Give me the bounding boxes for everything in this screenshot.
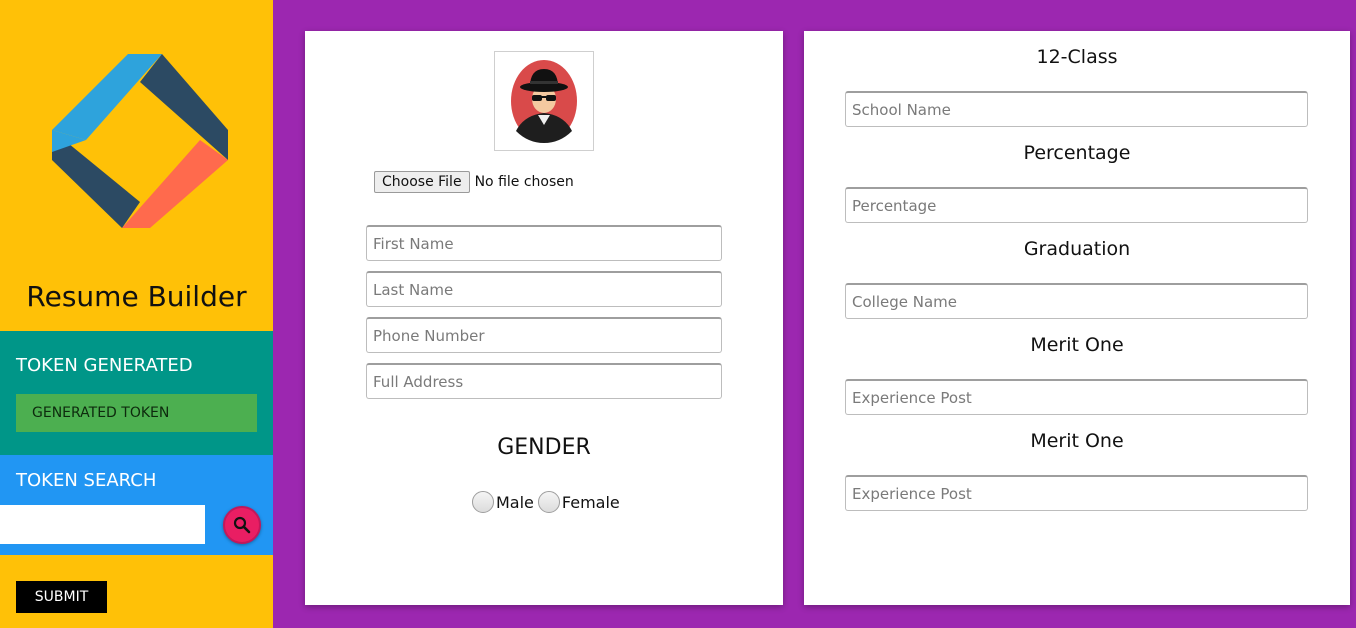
app-title: Resume Builder	[26, 280, 247, 313]
full-address-input[interactable]	[366, 363, 722, 399]
gender-title: GENDER	[497, 435, 591, 460]
submit-button[interactable]: SUBMIT	[16, 581, 107, 613]
file-upload-row: Choose File No file chosen	[374, 171, 574, 193]
avatar-frame[interactable]	[494, 51, 594, 151]
personal-info-card: Choose File No file chosen GENDER Male F…	[305, 31, 783, 605]
gender-male-radio[interactable]	[472, 491, 494, 513]
experience-post-input-1[interactable]	[845, 379, 1308, 415]
file-status: No file chosen	[474, 174, 574, 190]
generated-token-value: GENERATED TOKEN	[16, 394, 257, 432]
choose-file-button[interactable]: Choose File	[374, 171, 470, 193]
search-button[interactable]	[223, 506, 261, 544]
experience-post-input-2[interactable]	[845, 475, 1308, 511]
last-name-input[interactable]	[366, 271, 722, 307]
graduation-label: Graduation	[1023, 238, 1131, 260]
merit-two-label: Merit One	[1030, 430, 1124, 452]
school-name-input[interactable]	[845, 91, 1308, 127]
token-generated-title: TOKEN GENERATED	[16, 355, 193, 376]
class12-label: 12-Class	[1036, 46, 1118, 68]
percentage-input[interactable]	[845, 187, 1308, 223]
token-search-panel: TOKEN SEARCH	[0, 455, 273, 555]
avatar-spy-icon	[511, 60, 577, 143]
gender-male-label: Male	[496, 492, 534, 512]
first-name-input[interactable]	[366, 225, 722, 261]
merit-one-label: Merit One	[1030, 334, 1124, 356]
sidebar: Resume Builder TOKEN GENERATED GENERATED…	[0, 0, 273, 628]
college-name-input[interactable]	[845, 283, 1308, 319]
app-logo	[52, 54, 228, 228]
token-search-input[interactable]	[0, 505, 205, 544]
gender-female-label: Female	[561, 492, 620, 512]
phone-number-input[interactable]	[366, 317, 722, 353]
gender-female-radio[interactable]	[537, 491, 560, 513]
education-card: 12-Class Percentage Graduation Merit One…	[804, 31, 1350, 605]
search-icon	[233, 516, 251, 534]
percentage-label: Percentage	[1023, 142, 1131, 164]
token-search-title: TOKEN SEARCH	[16, 470, 157, 491]
gender-options: Male Female	[472, 491, 620, 513]
token-generated-panel: TOKEN GENERATED GENERATED TOKEN	[0, 331, 273, 455]
